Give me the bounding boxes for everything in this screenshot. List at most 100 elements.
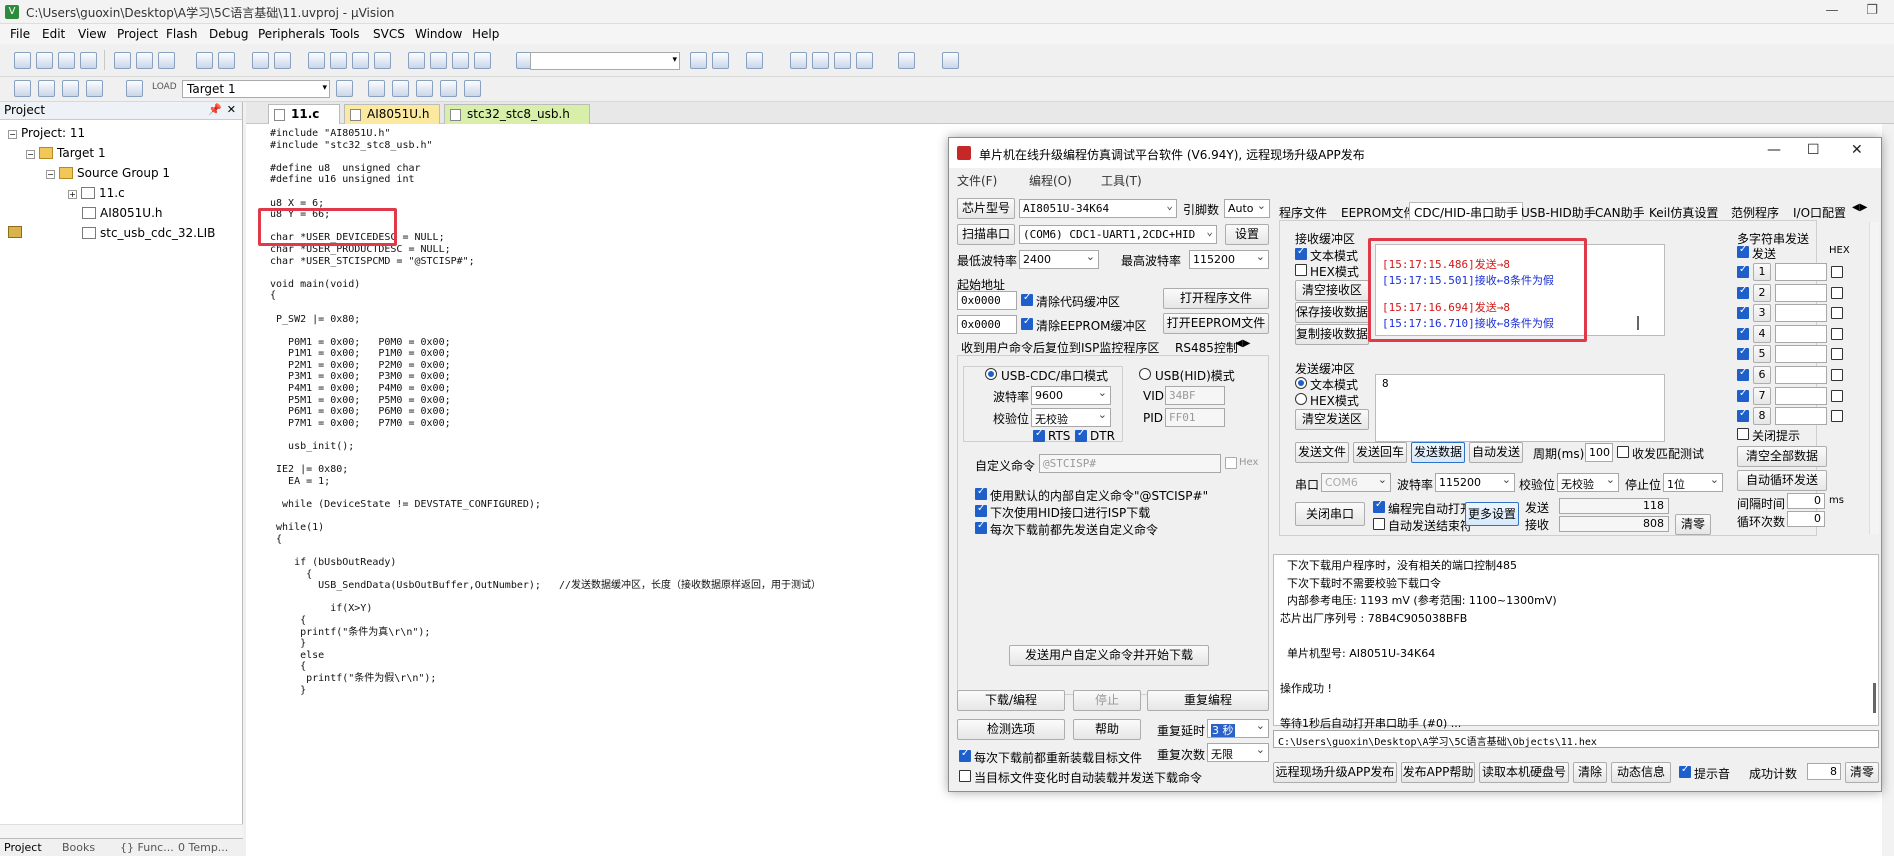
send-data-button[interactable]: 发送数据: [1411, 442, 1465, 463]
breakpoint-kill-icon[interactable]: [834, 52, 851, 69]
usb-hid-radio[interactable]: [1139, 368, 1151, 380]
min-baud-select[interactable]: 2400: [1019, 250, 1099, 269]
multi-send-all-checkbox[interactable]: [1737, 244, 1749, 258]
multi-row-hex-checkbox[interactable]: [1831, 266, 1843, 278]
settings-button[interactable]: 设置: [1225, 224, 1269, 245]
multi-row-send-button[interactable]: 3: [1753, 304, 1771, 323]
menu-flash[interactable]: Flash: [166, 27, 197, 41]
tab-scroll-arrows[interactable]: ◀▶: [1852, 202, 1867, 213]
auto-end-checkbox[interactable]: [1373, 518, 1385, 530]
prev-bookmark-icon[interactable]: [330, 52, 347, 69]
redo-icon[interactable]: [218, 52, 235, 69]
recv-hex-mode-checkbox[interactable]: [1295, 264, 1307, 276]
open-file-icon[interactable]: [36, 52, 53, 69]
port2-select[interactable]: COM6: [1321, 473, 1391, 492]
multi-row-checkbox[interactable]: [1737, 388, 1749, 402]
beep-checkbox[interactable]: [1679, 764, 1691, 778]
debug-start-icon[interactable]: [746, 52, 763, 69]
tab-examples[interactable]: 范例程序: [1731, 204, 1779, 221]
menu-window[interactable]: Window: [415, 27, 462, 41]
multi-row-input[interactable]: [1775, 324, 1827, 343]
multi-row-checkbox[interactable]: [1737, 305, 1749, 320]
help-button[interactable]: 帮助: [1073, 719, 1141, 740]
parity-select[interactable]: 无校验: [1031, 408, 1111, 427]
tab-usb-hid-assistant[interactable]: USB-HID助手: [1521, 204, 1596, 221]
tab-ai8051u-h[interactable]: AI8051U.h: [344, 104, 440, 124]
menu-file[interactable]: File: [10, 27, 30, 41]
send-file-button[interactable]: 发送文件: [1295, 442, 1349, 463]
auto-open-checkbox[interactable]: [1373, 499, 1385, 513]
next-bookmark-icon[interactable]: [352, 52, 369, 69]
uncomment-icon[interactable]: [474, 52, 491, 69]
send-hex-mode-radio[interactable]: [1295, 393, 1307, 405]
open-program-button[interactable]: 打开程序文件: [1163, 288, 1269, 309]
tab-isp-reset[interactable]: 收到用户命令后复位到ISP监控程序区: [961, 339, 1159, 356]
menu-view[interactable]: View: [78, 27, 106, 41]
indent-icon[interactable]: [408, 52, 425, 69]
repeat-delay-select[interactable]: 3 秒: [1207, 719, 1269, 738]
manage-components-icon[interactable]: [368, 80, 385, 97]
code-start-address[interactable]: 0x0000: [957, 291, 1017, 310]
bookmark-icon[interactable]: [308, 52, 325, 69]
port-select[interactable]: (COM6) CDC1-UART1,2CDC+HID: [1019, 225, 1217, 244]
remote-upgrade-button[interactable]: 远程现场升级APP发布: [1273, 762, 1397, 783]
stop-build-icon[interactable]: [126, 80, 143, 97]
publish-app-help-button[interactable]: 发布APP帮助: [1401, 762, 1475, 783]
loop-input[interactable]: 0: [1787, 511, 1825, 527]
chip-model-select[interactable]: AI8051U-34K64: [1019, 199, 1177, 218]
tab-rs485[interactable]: RS485控制: [1175, 339, 1238, 356]
editor-vscrollbar[interactable]: [1882, 124, 1894, 856]
check-options-button[interactable]: 检测选项: [957, 719, 1065, 740]
multi-row-hex-checkbox[interactable]: [1831, 307, 1843, 320]
repeat-program-button[interactable]: 重复编程: [1147, 690, 1269, 711]
multi-row-send-button[interactable]: 7: [1753, 386, 1771, 405]
multi-row-input[interactable]: [1775, 386, 1827, 405]
minimize-button[interactable]: —: [1812, 0, 1852, 22]
multi-row-checkbox[interactable]: [1737, 326, 1749, 340]
stc-menu-file[interactable]: 文件(F): [957, 172, 997, 189]
multi-row-input[interactable]: [1775, 407, 1827, 426]
breakpoint-icon[interactable]: [790, 52, 807, 69]
new-file-icon[interactable]: [14, 52, 31, 69]
multi-row-input[interactable]: [1775, 283, 1827, 302]
menu-help[interactable]: Help: [472, 27, 499, 41]
multi-row-checkbox[interactable]: [1737, 285, 1749, 299]
stc-close-button[interactable]: ✕: [1851, 142, 1863, 158]
stc-maximize-button[interactable]: ☐: [1807, 142, 1820, 158]
scan-port-button[interactable]: 扫描串口: [957, 224, 1015, 245]
stc-menu-tools[interactable]: 工具(T): [1101, 172, 1142, 189]
repeat-count-select[interactable]: 无限: [1207, 743, 1269, 762]
hid-isp-checkbox[interactable]: [975, 503, 987, 517]
nav-back-icon[interactable]: [252, 52, 269, 69]
recv-text-mode-checkbox[interactable]: [1295, 246, 1307, 260]
breakpoint-kill-all-icon[interactable]: [856, 52, 873, 69]
reload-checkbox[interactable]: [959, 748, 971, 762]
more-settings-button[interactable]: 更多设置: [1465, 502, 1519, 526]
collapse-icon[interactable]: −: [8, 130, 17, 139]
copy-recv-button[interactable]: 复制接收数据: [1295, 324, 1369, 345]
stop-button[interactable]: 停止: [1073, 690, 1141, 711]
menu-peripherals[interactable]: Peripherals: [258, 27, 325, 41]
multi-row-send-button[interactable]: 2: [1753, 283, 1771, 302]
baud-select[interactable]: 9600: [1031, 386, 1111, 405]
multi-row-send-button[interactable]: 5: [1753, 345, 1771, 364]
multi-row-checkbox[interactable]: [1737, 367, 1749, 381]
send-cmd-first-checkbox[interactable]: [975, 520, 987, 534]
multi-row-input[interactable]: [1775, 345, 1827, 364]
menu-project[interactable]: Project: [117, 27, 158, 41]
copy-icon[interactable]: [136, 52, 153, 69]
parity2-select[interactable]: 无校验: [1557, 473, 1619, 492]
multi-row-send-button[interactable]: 1: [1753, 263, 1771, 281]
clear-eeprom-checkbox[interactable]: [1021, 316, 1033, 330]
save-all-icon[interactable]: [80, 52, 97, 69]
log-scrollbar[interactable]: [1873, 683, 1876, 713]
download-program-button[interactable]: 下载/编程: [957, 690, 1065, 711]
tab-program-file[interactable]: 程序文件: [1279, 204, 1327, 221]
comment-icon[interactable]: [452, 52, 469, 69]
menu-tools[interactable]: Tools: [330, 27, 360, 41]
dynamic-info-button[interactable]: 动态信息: [1611, 762, 1671, 783]
clear-recv-button[interactable]: 清空接收区: [1295, 280, 1369, 301]
multi-send-scrollbar[interactable]: [1869, 222, 1879, 534]
send-text-mode-radio[interactable]: [1295, 377, 1307, 389]
rts-checkbox[interactable]: [1033, 428, 1045, 442]
